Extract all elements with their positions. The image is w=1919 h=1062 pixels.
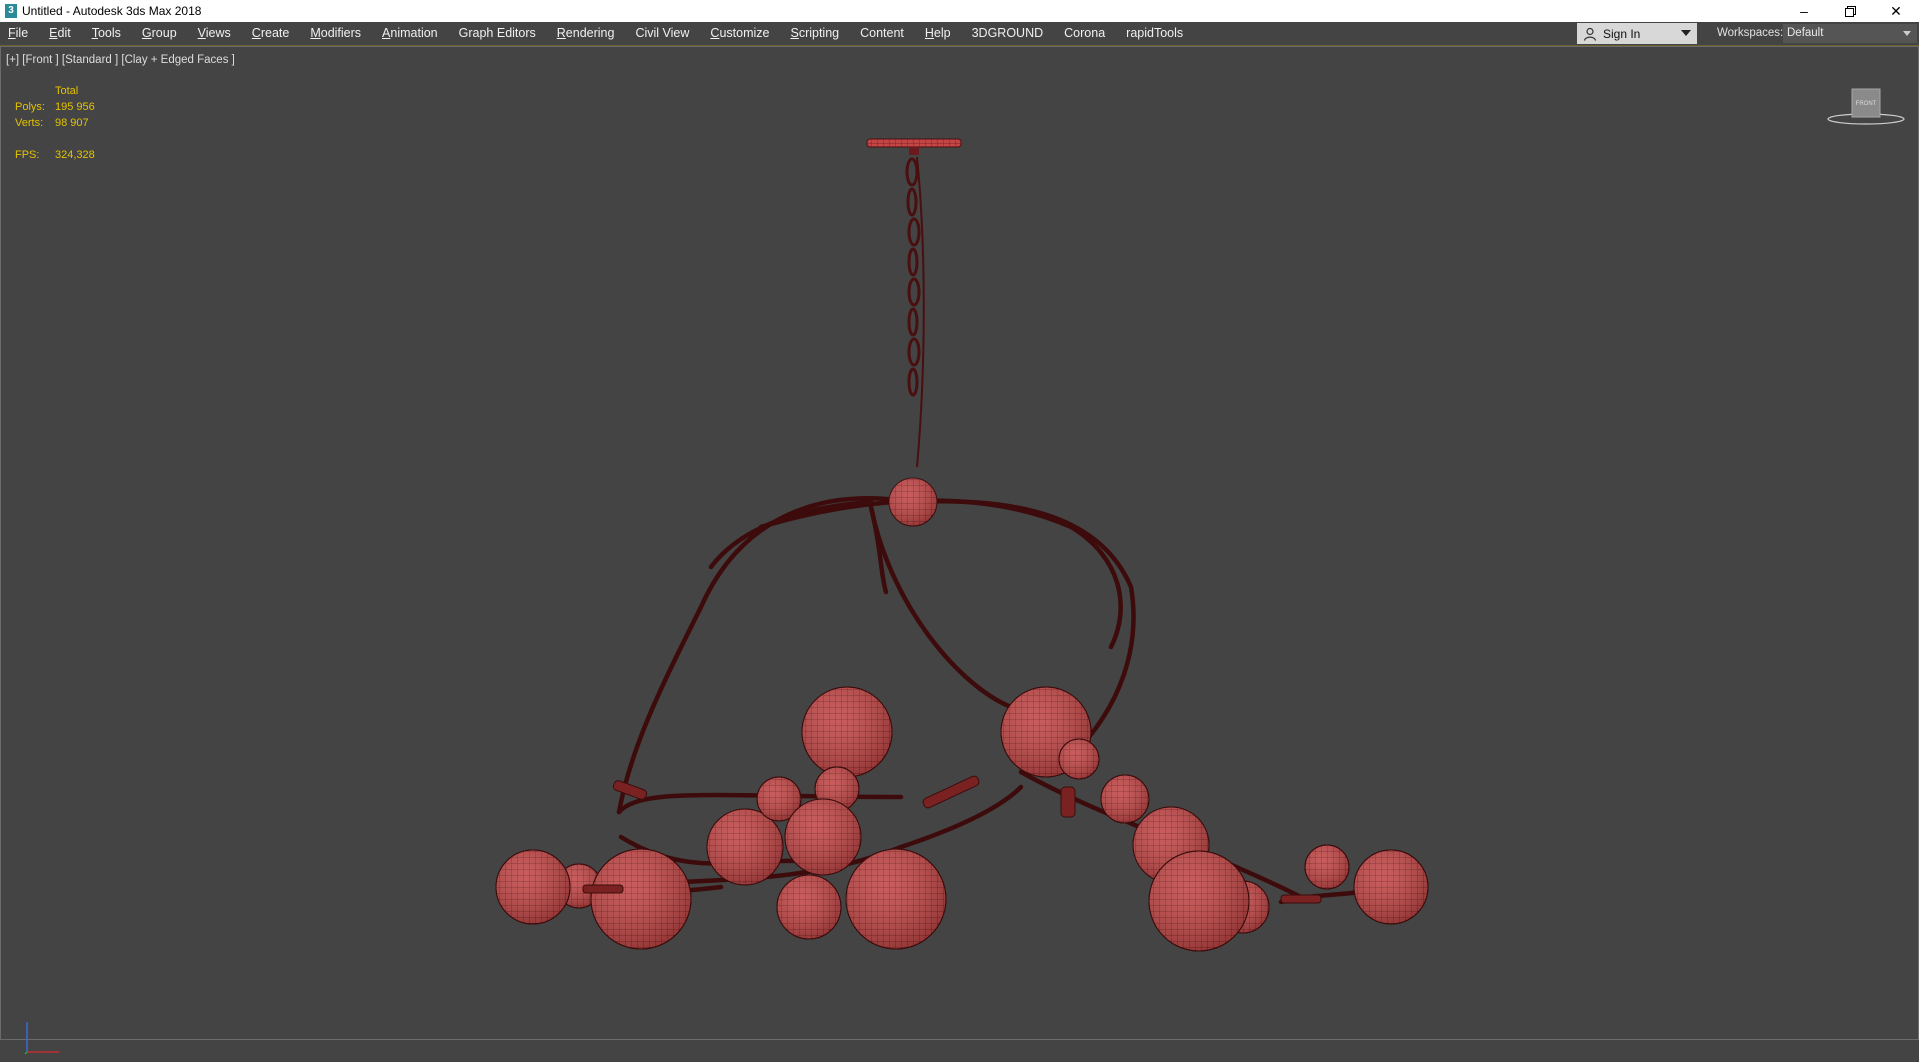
menu-label: ustomize (719, 26, 770, 40)
frame-arms (558, 496, 1384, 905)
window-title: Untitled - Autodesk 3ds Max 2018 (22, 4, 202, 18)
menu-create[interactable]: Create (244, 22, 303, 45)
menu-label: reate (260, 26, 290, 40)
menu-modifiers[interactable]: Modifiers (302, 22, 374, 45)
menu-help[interactable]: Help (917, 22, 964, 45)
menu-label: cripting (798, 26, 840, 40)
menu-label: rapidTools (1126, 26, 1184, 40)
menu-corona[interactable]: Corona (1056, 22, 1118, 45)
menu-accelerator: R (556, 26, 566, 40)
front-viewport[interactable]: [+] [Front ] [Standard ] [Clay + Edged F… (0, 46, 1919, 1055)
menu-accelerator: F (8, 26, 16, 40)
title-bar: 3 Untitled - Autodesk 3ds Max 2018 – ✕ (0, 0, 1919, 22)
menu-rendering[interactable]: Rendering (549, 22, 628, 45)
menu-label: nimation (390, 26, 438, 40)
menu-accelerator: M (310, 26, 321, 40)
menu-rapidtools[interactable]: rapidTools (1118, 22, 1196, 45)
menu-accelerator: G (141, 26, 152, 40)
workspaces-dropdown[interactable]: Default (1783, 24, 1917, 43)
menu-tools[interactable]: Tools (84, 22, 134, 45)
menu-label: elp (933, 26, 951, 40)
menu-scripting[interactable]: Scripting (782, 22, 852, 45)
3ds-max-logo-icon[interactable]: 3 (5, 4, 17, 18)
menu-customize[interactable]: Customize (702, 22, 782, 45)
menu-edit[interactable]: Edit (41, 22, 84, 45)
workspaces-label: Workspaces: (1717, 27, 1784, 39)
menu-label: ools (97, 26, 121, 40)
glass-globes (495, 686, 1429, 952)
sign-in-button[interactable]: Sign In (1577, 23, 1697, 44)
menu-views[interactable]: Views (190, 22, 244, 45)
restore-icon[interactable] (1827, 0, 1873, 22)
minimize-icon[interactable]: – (1781, 0, 1827, 22)
menu-accelerator: C (251, 26, 261, 40)
menu-accelerator: H (924, 26, 934, 40)
chandelier-model[interactable] (1, 47, 1918, 1039)
menu-animation[interactable]: Animation (374, 22, 451, 45)
menu-label: Civil View (635, 26, 690, 40)
menu-label: iews (205, 26, 231, 40)
chain (905, 156, 925, 468)
menu-group[interactable]: Group (134, 22, 190, 45)
chevron-down-icon[interactable] (1681, 30, 1691, 36)
menu-file[interactable]: File (0, 22, 41, 45)
menu-civil-view[interactable]: Civil View (627, 22, 702, 45)
sign-in-label: Sign In (1603, 26, 1641, 41)
menu-label: roup (151, 26, 177, 40)
axis-tripod-icon (24, 1022, 59, 1055)
menu-label: odifiers (320, 26, 362, 40)
menu-label: Corona (1064, 26, 1106, 40)
menu-label: Content (860, 26, 904, 40)
user-icon (1583, 27, 1597, 41)
close-icon[interactable]: ✕ (1873, 0, 1919, 22)
menu-label: endering (565, 26, 615, 40)
chevron-down-icon (1903, 31, 1911, 36)
menu-label: dit (57, 26, 71, 40)
menu-label: ile (15, 26, 29, 40)
menu-3dground[interactable]: 3DGROUND (964, 22, 1057, 45)
menu-label: Graph Editors (458, 26, 536, 40)
menu-content[interactable]: Content (852, 22, 917, 45)
menu-accelerator: S (790, 26, 799, 40)
menu-label: 3DGROUND (971, 26, 1044, 40)
workspaces-value: Default (1787, 27, 1824, 39)
menu-graph-editors[interactable]: Graph Editors (451, 22, 549, 45)
menu-accelerator: V (197, 26, 206, 40)
menu-accelerator: E (49, 26, 58, 40)
